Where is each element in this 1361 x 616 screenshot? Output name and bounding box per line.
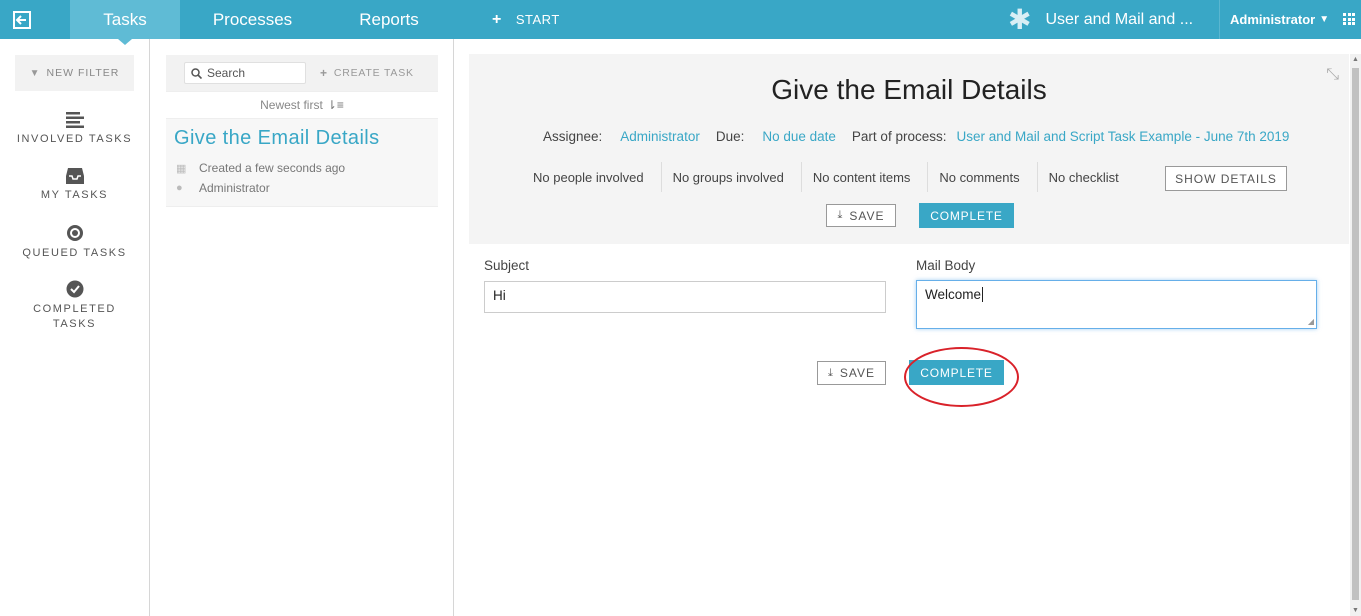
new-filter-label: NEW FILTER bbox=[46, 67, 120, 79]
new-filter-button[interactable]: ▼ NEW FILTER bbox=[15, 55, 134, 91]
assignee-label: Assignee: bbox=[543, 129, 603, 144]
app-name: User and Mail and ... bbox=[1045, 10, 1194, 28]
groups-involved[interactable]: No groups involved bbox=[662, 162, 802, 192]
logout-icon[interactable] bbox=[0, 0, 44, 39]
content-items[interactable]: No content items bbox=[802, 162, 929, 192]
top-nav-bar: Tasks Processes Reports + START ✱ User a… bbox=[0, 0, 1361, 45]
form-save-button[interactable]: ⤓ SAVE bbox=[817, 361, 886, 385]
page-title: Give the Email Details bbox=[771, 74, 1047, 105]
create-task-button[interactable]: + CREATE TASK bbox=[320, 55, 414, 91]
task-created-text: Created a few seconds ago bbox=[199, 161, 346, 175]
tab-tasks[interactable]: Tasks bbox=[70, 0, 180, 45]
sidebar-item-label: QUEUED TASKS bbox=[22, 247, 127, 259]
scroll-up-icon[interactable]: ▲ bbox=[1352, 56, 1359, 63]
sidebar-item-label: COMPLETED TASKS bbox=[33, 303, 116, 330]
plus-icon: + bbox=[492, 10, 502, 28]
process-label: Part of process: bbox=[851, 129, 947, 144]
plus-icon: + bbox=[320, 66, 328, 80]
resize-handle-icon[interactable]: ◢ bbox=[1308, 317, 1314, 326]
text-cursor bbox=[982, 287, 984, 302]
sort-selector[interactable]: Newest first ⇂≡ bbox=[166, 91, 438, 119]
show-details-button[interactable]: SHOW DETAILS bbox=[1165, 166, 1287, 191]
funnel-icon: ▼ bbox=[29, 67, 41, 79]
checklist[interactable]: No checklist bbox=[1038, 162, 1136, 192]
task-list-panel: Search + CREATE TASK Newest first ⇂≡ Giv… bbox=[151, 39, 454, 616]
task-meta-line: Assignee: Administrator Due: No due date Par… bbox=[543, 129, 1289, 144]
task-assignee: ● Administrator bbox=[176, 181, 270, 195]
calendar-icon: ▦ bbox=[176, 162, 187, 175]
sidebar-item-my-tasks[interactable]: MY TASKS bbox=[0, 168, 149, 203]
involvement-summary: No people involved No groups involved No… bbox=[522, 162, 1136, 192]
task-detail-header: ⤡ Give the Email Details Assignee: Admini… bbox=[469, 54, 1349, 244]
comments[interactable]: No comments bbox=[928, 162, 1038, 192]
complete-button[interactable]: COMPLETE bbox=[919, 203, 1014, 228]
filter-sidebar: ▼ NEW FILTER INVOLVED TASKS MY TASKS QUE… bbox=[0, 39, 150, 616]
groups-involved-text: No groups involved bbox=[672, 169, 784, 185]
people-involved-text: No people involved bbox=[533, 169, 644, 185]
due-label: Due: bbox=[715, 129, 745, 144]
divider bbox=[1219, 0, 1220, 39]
app-logo-icon: ✱ bbox=[1008, 3, 1032, 35]
save-label: SAVE bbox=[849, 208, 885, 223]
start-button[interactable]: + START bbox=[492, 0, 560, 39]
mail-body-value: Welcome bbox=[925, 287, 982, 302]
subject-label: Subject bbox=[484, 258, 530, 273]
sort-descending-icon: ⇂≡ bbox=[326, 98, 344, 112]
tab-reports[interactable]: Reports bbox=[343, 0, 435, 39]
target-icon bbox=[66, 225, 83, 241]
subject-value: Hi bbox=[493, 288, 506, 303]
search-placeholder: Search bbox=[207, 66, 246, 80]
start-label: START bbox=[515, 12, 560, 27]
list-icon bbox=[65, 112, 84, 128]
assignee-link[interactable]: Administrator bbox=[620, 129, 700, 144]
scrollbar-thumb[interactable] bbox=[1352, 68, 1359, 600]
sidebar-item-label: INVOLVED TASKS bbox=[16, 133, 133, 145]
search-icon bbox=[191, 67, 202, 79]
list-item[interactable]: Give the Email Details ▦ Created a few s… bbox=[166, 119, 438, 207]
mail-body-textarea[interactable]: Welcome ◢ bbox=[916, 280, 1317, 329]
sidebar-item-label: MY TASKS bbox=[40, 189, 109, 201]
scroll-down-icon[interactable]: ▼ bbox=[1352, 607, 1359, 614]
sidebar-item-completed-tasks[interactable]: COMPLETED TASKS bbox=[0, 280, 149, 332]
user-name: Administrator bbox=[1230, 12, 1316, 27]
comments-text: No comments bbox=[939, 169, 1020, 185]
inbox-icon bbox=[65, 168, 84, 184]
user-icon: ● bbox=[176, 182, 183, 194]
download-icon: ⤓ bbox=[828, 366, 834, 379]
download-icon: ⤓ bbox=[837, 209, 844, 221]
people-involved[interactable]: No people involved bbox=[522, 162, 662, 192]
annotation-highlight-circle bbox=[904, 347, 1019, 407]
user-menu[interactable]: Administrator ▼ bbox=[1230, 0, 1329, 39]
task-title[interactable]: Give the Email Details bbox=[174, 127, 380, 150]
chevron-down-icon: ▼ bbox=[1319, 14, 1330, 25]
sort-label: Newest first bbox=[260, 98, 323, 112]
due-date-link[interactable]: No due date bbox=[762, 129, 836, 144]
subject-input[interactable]: Hi bbox=[484, 281, 886, 313]
tab-processes[interactable]: Processes bbox=[196, 0, 309, 39]
app-switcher[interactable]: ✱ User and Mail and ... bbox=[1008, 0, 1193, 39]
search-input[interactable]: Search bbox=[184, 62, 306, 84]
sidebar-item-involved-tasks[interactable]: INVOLVED TASKS bbox=[0, 112, 149, 147]
save-button[interactable]: ⤓ SAVE bbox=[826, 204, 896, 227]
task-list-toolbar: Search + CREATE TASK bbox=[166, 55, 438, 91]
mail-body-label: Mail Body bbox=[916, 258, 976, 273]
sidebar-item-queued-tasks[interactable]: QUEUED TASKS bbox=[0, 224, 149, 261]
save-label: SAVE bbox=[839, 366, 875, 380]
scrollbar[interactable]: ▲ ▼ bbox=[1350, 54, 1361, 616]
apps-grid-icon[interactable] bbox=[1343, 13, 1355, 25]
check-circle-icon bbox=[66, 280, 83, 298]
create-task-label: CREATE TASK bbox=[333, 67, 414, 79]
content-items-text: No content items bbox=[812, 169, 911, 185]
task-created: ▦ Created a few seconds ago bbox=[176, 161, 345, 175]
task-assignee-text: Administrator bbox=[199, 181, 270, 195]
process-link[interactable]: User and Mail and Script Task Example - … bbox=[956, 129, 1289, 144]
checklist-text: No checklist bbox=[1048, 169, 1119, 185]
